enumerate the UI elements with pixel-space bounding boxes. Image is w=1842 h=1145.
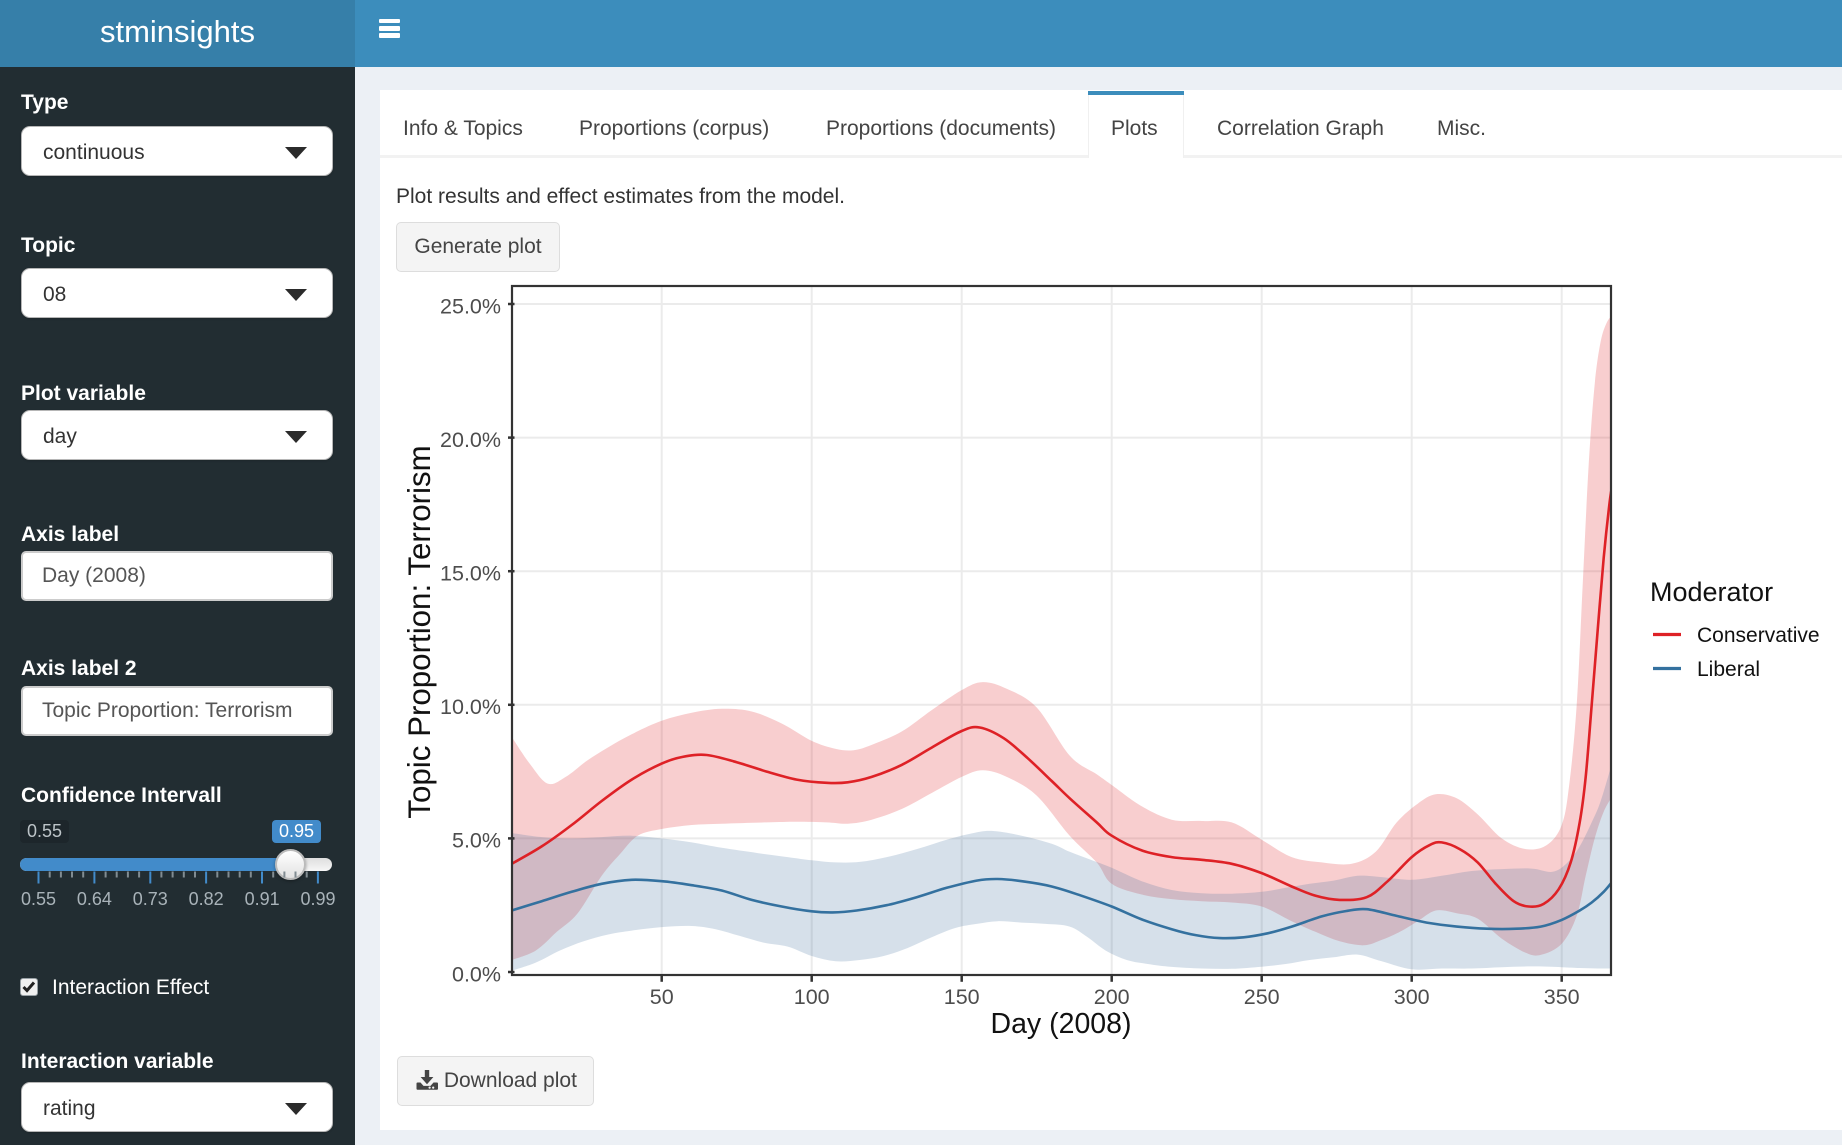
- svg-text:Liberal: Liberal: [1697, 658, 1760, 681]
- svg-text:10.0%: 10.0%: [440, 695, 501, 719]
- svg-text:300: 300: [1394, 985, 1430, 1009]
- svg-text:20.0%: 20.0%: [440, 428, 501, 452]
- svg-text:350: 350: [1544, 985, 1580, 1009]
- svg-text:Moderator: Moderator: [1650, 577, 1773, 607]
- svg-text:0.0%: 0.0%: [452, 962, 501, 986]
- svg-text:25.0%: 25.0%: [440, 294, 501, 318]
- svg-text:15.0%: 15.0%: [440, 562, 501, 586]
- svg-text:150: 150: [944, 985, 980, 1009]
- svg-text:200: 200: [1094, 985, 1130, 1009]
- svg-text:250: 250: [1244, 985, 1280, 1009]
- svg-text:Topic Proportion: Terrorism: Topic Proportion: Terrorism: [402, 445, 437, 818]
- svg-text:5.0%: 5.0%: [452, 829, 501, 853]
- svg-text:Day (2008): Day (2008): [991, 1008, 1132, 1040]
- svg-text:Conservative: Conservative: [1697, 624, 1820, 647]
- svg-text:100: 100: [794, 985, 830, 1009]
- svg-text:50: 50: [650, 985, 674, 1009]
